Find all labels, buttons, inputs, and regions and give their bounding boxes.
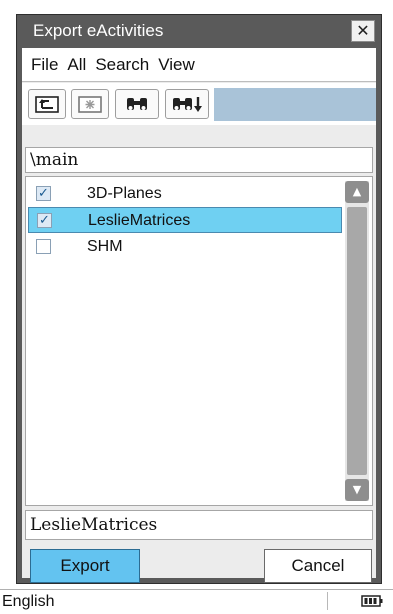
toolbar bbox=[22, 83, 376, 125]
item-label: 3D-Planes bbox=[87, 185, 162, 202]
menu-item-all[interactable]: All bbox=[67, 55, 86, 74]
up-folder-button[interactable] bbox=[28, 89, 66, 119]
search-next-icon bbox=[173, 97, 202, 112]
language-indicator[interactable]: English bbox=[2, 590, 54, 614]
file-list: ✓ 3D-Planes ✓ LeslieMatrices SHM ▲ ▼ bbox=[25, 176, 373, 506]
menu-item-view[interactable]: View bbox=[158, 55, 195, 74]
item-label: SHM bbox=[87, 238, 123, 255]
filename-field[interactable]: LeslieMatrices bbox=[25, 510, 373, 540]
export-dialog: Export eActivities ✕ File All Search View bbox=[16, 14, 382, 584]
item-checkbox[interactable]: ✓ bbox=[36, 186, 51, 201]
status-bar: English bbox=[0, 589, 393, 612]
status-divider bbox=[327, 592, 328, 610]
item-label: LeslieMatrices bbox=[88, 212, 191, 229]
scroll-down-icon[interactable]: ▼ bbox=[345, 479, 369, 501]
dialog-title: Export eActivities bbox=[33, 21, 164, 40]
list-item[interactable]: ✓ LeslieMatrices bbox=[28, 207, 342, 233]
scroll-up-icon[interactable]: ▲ bbox=[345, 181, 369, 203]
toolbar-background bbox=[214, 88, 376, 121]
item-checkbox[interactable] bbox=[36, 239, 51, 254]
list-item[interactable]: ✓ 3D-Planes bbox=[28, 181, 342, 207]
menu-item-file[interactable]: File bbox=[31, 55, 58, 74]
list-item[interactable]: SHM bbox=[28, 234, 342, 260]
cancel-button[interactable]: Cancel bbox=[264, 549, 372, 583]
dialog-title-bar: Export eActivities ✕ bbox=[17, 15, 381, 47]
menu-item-search[interactable]: Search bbox=[95, 55, 149, 74]
item-checkbox[interactable]: ✓ bbox=[37, 213, 52, 228]
battery-icon bbox=[361, 595, 383, 607]
search-next-button[interactable] bbox=[165, 89, 209, 119]
close-icon: ✕ bbox=[356, 21, 370, 40]
vertical-scrollbar[interactable]: ▲ ▼ bbox=[345, 181, 369, 501]
scroll-thumb[interactable] bbox=[347, 207, 367, 475]
up-folder-icon bbox=[35, 96, 59, 113]
binoculars-icon bbox=[127, 98, 147, 110]
export-button[interactable]: Export bbox=[30, 549, 140, 583]
search-button[interactable] bbox=[115, 89, 159, 119]
close-button[interactable]: ✕ bbox=[351, 20, 375, 42]
current-path: \main bbox=[25, 147, 373, 173]
new-folder-icon bbox=[78, 96, 102, 113]
menu-bar: File All Search View bbox=[22, 48, 376, 82]
new-folder-button[interactable] bbox=[71, 89, 109, 119]
dialog-body: File All Search View \main ✓ 3D-Planes ✓… bbox=[22, 48, 376, 583]
